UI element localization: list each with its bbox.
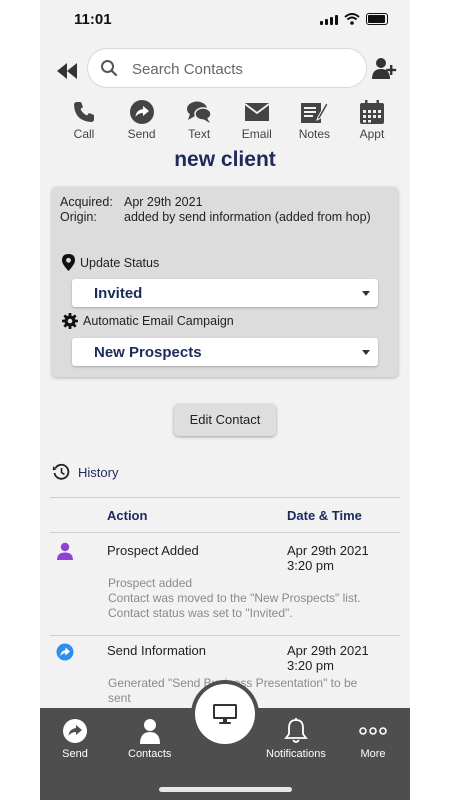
email-button[interactable]: Email [231, 98, 283, 142]
search-input[interactable] [130, 57, 354, 81]
history-icon [52, 463, 70, 480]
send-label: Send [127, 127, 156, 141]
history-date: Apr 29th 2021 [287, 643, 369, 658]
email-icon [244, 103, 270, 121]
edit-contact-button[interactable]: Edit Contact [174, 404, 276, 436]
gear-icon [62, 313, 78, 329]
history-detail-line: Contact status was set to "Invited". [108, 606, 293, 620]
contact-info-card: Acquired: Apr 29th 2021 Origin: added by s… [52, 187, 398, 377]
appointment-button[interactable]: Appt [346, 98, 398, 142]
bell-icon [284, 718, 308, 743]
nav-notifications-label: Notifications [266, 748, 326, 760]
acquired-value: Apr 29th 2021 [124, 195, 203, 209]
notes-label: Notes [298, 127, 331, 141]
history-time: 3:20 pm [287, 658, 334, 673]
nav-send-label: Send [62, 748, 88, 760]
contacts-icon [139, 719, 160, 744]
chat-icon [187, 101, 212, 123]
nav-send[interactable]: Send [62, 718, 88, 760]
status-time: 11:01 [74, 11, 112, 28]
nav-contacts[interactable]: Contacts [128, 718, 171, 760]
divider [50, 532, 400, 533]
history-datetime: Apr 29th 2021 3:20 pm [287, 543, 369, 573]
campaign-label: Automatic Email Campaign [83, 314, 234, 328]
origin-row: Origin: added by send information (added … [60, 210, 371, 224]
status-value: Invited [94, 285, 143, 302]
column-header-datetime: Date & Time [287, 508, 362, 523]
nav-notifications[interactable]: Notifications [266, 718, 326, 760]
update-status-label: Update Status [80, 255, 160, 270]
nav-more[interactable]: More [358, 718, 388, 760]
notes-icon [301, 102, 329, 123]
more-icon [359, 727, 387, 735]
chevron-down-icon [362, 291, 370, 296]
contact-actions: Call Send Text Email Notes Appt [58, 98, 398, 142]
add-contact-icon[interactable] [371, 57, 397, 81]
send-icon [129, 100, 154, 124]
history-detail-line: Contact was moved to the "New Prospects"… [108, 591, 361, 605]
back-icon[interactable] [54, 60, 80, 82]
dashboard-button[interactable] [195, 684, 255, 744]
status-icons [320, 13, 388, 25]
text-label: Text [188, 127, 211, 141]
notes-button[interactable]: Notes [288, 98, 340, 142]
history-datetime: Apr 29th 2021 3:20 pm [287, 643, 369, 673]
send-icon [63, 719, 87, 743]
home-indicator[interactable] [159, 787, 292, 792]
status-bar: 11:01 [40, 0, 410, 40]
origin-label: Origin: [60, 210, 97, 224]
history-action: Send Information [107, 643, 207, 658]
contact-name: new client [174, 148, 276, 171]
history-header[interactable]: History [52, 463, 118, 481]
history-detail-line: Generated "Send Business Presentation" t… [108, 676, 358, 690]
appt-label: Appt [359, 127, 385, 141]
text-button[interactable]: Text [173, 98, 225, 142]
search-box[interactable] [87, 48, 367, 88]
column-header-action: Action [107, 508, 148, 523]
signal-icon [320, 14, 338, 25]
campaign-select[interactable]: New Prospects [72, 338, 378, 366]
update-status-label-row: Update Status [62, 254, 159, 271]
send-button[interactable]: Send [116, 98, 168, 142]
phone-icon [74, 102, 94, 122]
campaign-label-row: Automatic Email Campaign [62, 313, 234, 329]
email-label: Email [241, 127, 272, 141]
battery-icon [366, 13, 388, 25]
nav-contacts-label: Contacts [128, 748, 172, 760]
monitor-icon [213, 704, 237, 724]
campaign-value: New Prospects [94, 344, 202, 361]
history-title: History [78, 464, 119, 480]
call-button[interactable]: Call [58, 98, 110, 142]
location-pin-icon [62, 254, 75, 271]
divider [50, 635, 400, 636]
history-date: Apr 29th 2021 [287, 543, 369, 558]
history-detail-line: Prospect added [108, 576, 193, 590]
wifi-icon [344, 13, 360, 25]
status-select[interactable]: Invited [72, 279, 378, 307]
divider [50, 497, 400, 498]
nav-more-label: More [360, 748, 386, 760]
history-details: Prospect added Contact was moved to the … [108, 576, 398, 621]
origin-value: added by send information (added from ho… [124, 210, 371, 224]
search-icon [101, 60, 118, 77]
send-circle-icon [56, 643, 74, 661]
phone-screen: 11:01 Search Contacts Call Send Text Ema… [40, 0, 410, 800]
calendar-icon [359, 100, 384, 124]
history-time: 3:20 pm [287, 558, 334, 573]
history-details: Generated "Send Business Presentation" t… [108, 676, 398, 706]
acquired-row: Acquired: Apr 29th 2021 [60, 195, 203, 209]
person-icon [57, 542, 73, 560]
history-action: Prospect Added [107, 543, 199, 558]
chevron-down-icon [362, 350, 370, 355]
call-label: Call [73, 127, 95, 141]
acquired-label: Acquired: [60, 195, 113, 209]
